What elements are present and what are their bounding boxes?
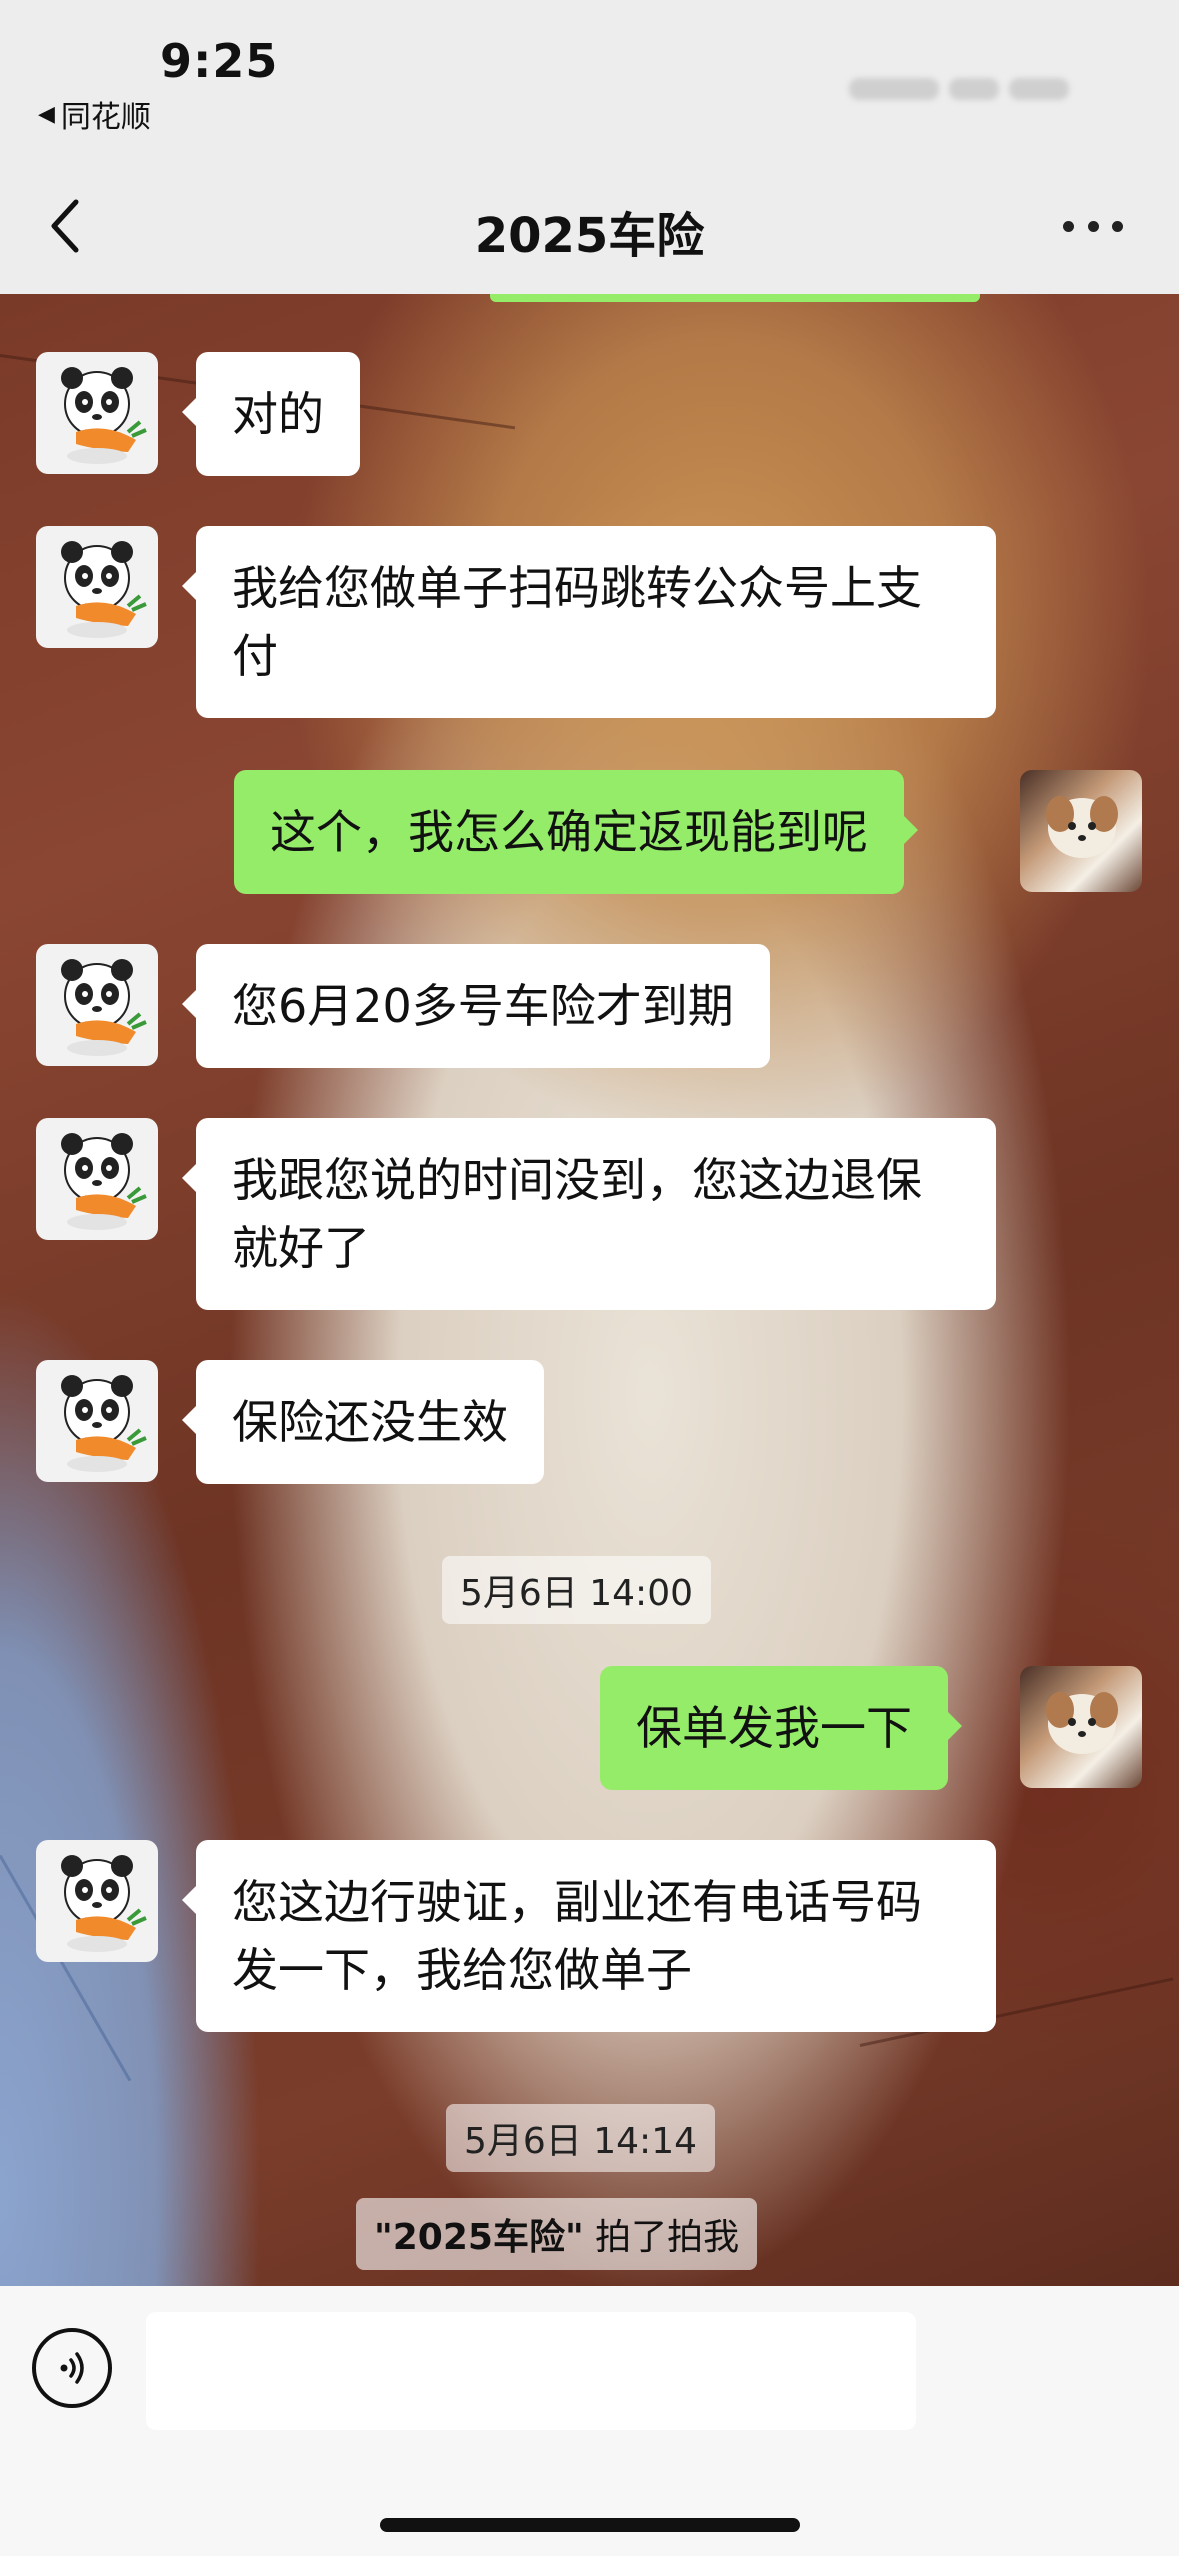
input-bar <box>0 2286 1179 2556</box>
message-timestamp: 5月6日 14:14 <box>446 2104 715 2172</box>
contact-avatar[interactable] <box>36 526 158 648</box>
previous-message-edge <box>490 294 980 302</box>
contact-avatar[interactable] <box>36 944 158 1066</box>
panda-avatar-icon <box>61 367 147 464</box>
self-avatar[interactable] <box>1020 770 1142 892</box>
message-bubble-self[interactable]: 这个，我怎么确定返现能到呢 <box>234 770 918 894</box>
top-bar: 9:25 ◀ 同花顺 2025车险 <box>0 0 1179 294</box>
panda-avatar-icon <box>61 541 147 638</box>
message-bubble[interactable]: 您6月20多号车险才到期 <box>182 944 770 1068</box>
status-indicators <box>839 70 1079 106</box>
return-app-label: 同花顺 <box>60 100 151 135</box>
more-button[interactable] <box>1063 214 1123 238</box>
message-input[interactable] <box>146 2312 916 2430</box>
contact-avatar[interactable] <box>36 352 158 474</box>
message-bubble[interactable]: 保险还没生效 <box>182 1360 544 1484</box>
pat-action: 拍了拍我 <box>583 2217 740 2258</box>
panda-avatar-icon <box>61 1133 147 1230</box>
voice-input-icon <box>60 2352 84 2384</box>
chat-area[interactable]: 对的 我给您做单子扫码跳转公众号上支付 这个，我怎么确定返现能到呢 您6月20多… <box>0 294 1179 2286</box>
pat-sender-name: "2025车险" <box>374 2217 584 2258</box>
status-time: 9:25 <box>160 34 279 88</box>
chat-title: 2025车险 <box>474 208 705 264</box>
message-bubble[interactable]: 我跟您说的时间没到，您这边退保就好了 <box>182 1118 996 1310</box>
home-indicator[interactable] <box>380 2518 800 2532</box>
system-pat-message: "2025车险" 拍了拍我 <box>356 2198 758 2270</box>
message-bubble[interactable]: 您这边行驶证，副业还有电话号码发一下，我给您做单子 <box>182 1840 996 2032</box>
dog-avatar-icon <box>1046 1692 1118 1754</box>
dog-avatar-icon <box>1046 796 1118 858</box>
more-dots-icon <box>1063 220 1074 232</box>
signal-icon <box>849 78 939 100</box>
return-to-app-link[interactable]: ◀ 同花顺 <box>38 92 151 136</box>
contact-avatar[interactable] <box>36 1118 158 1240</box>
panda-avatar-icon <box>61 959 147 1056</box>
contact-avatar[interactable] <box>36 1840 158 1962</box>
more-dot <box>1087 220 1099 232</box>
message-bubble[interactable]: 对的 <box>182 352 360 476</box>
battery-icon <box>1009 78 1069 100</box>
panda-avatar-icon <box>61 1375 147 1472</box>
wifi-icon <box>949 78 999 100</box>
message-bubble[interactable]: 我给您做单子扫码跳转公众号上支付 <box>182 526 996 718</box>
voice-input-button[interactable] <box>32 2328 112 2408</box>
message-bubble-self[interactable]: 保单发我一下 <box>600 1666 962 1790</box>
panda-avatar-icon <box>61 1855 147 1952</box>
self-avatar[interactable] <box>1020 1666 1142 1788</box>
message-timestamp: 5月6日 14:00 <box>442 1556 711 1624</box>
back-triangle-icon: ◀ <box>38 101 55 127</box>
more-dot <box>1112 220 1123 232</box>
contact-avatar[interactable] <box>36 1360 158 1482</box>
